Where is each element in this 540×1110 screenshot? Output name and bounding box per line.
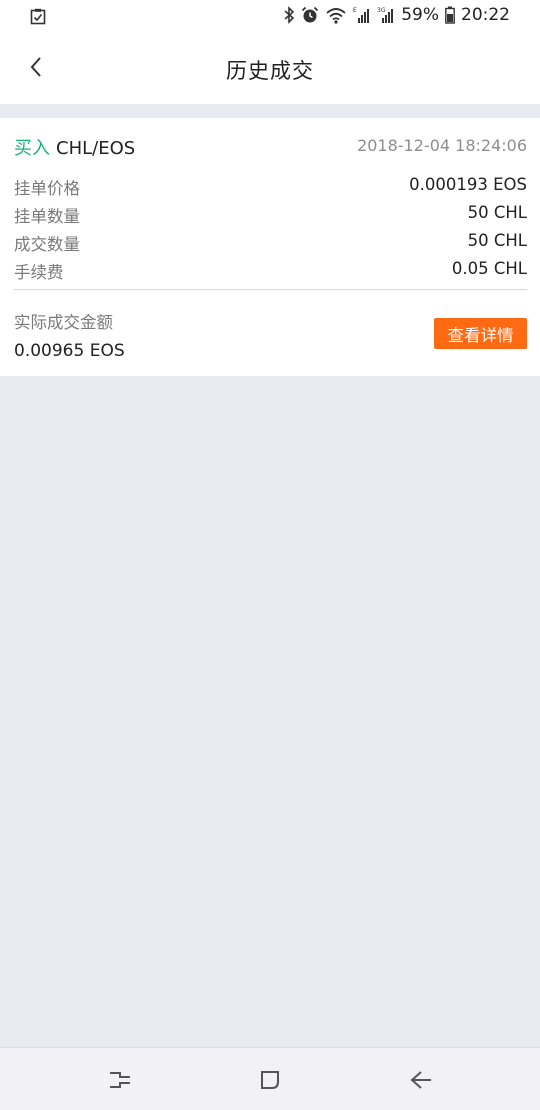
order-price-row: 挂单价格 0.000193 EOS bbox=[14, 175, 527, 199]
alarm-icon bbox=[301, 6, 319, 24]
order-amount-label: 挂单数量 bbox=[14, 207, 80, 226]
filled-amount-row: 成交数量 50 CHL bbox=[14, 231, 527, 255]
order-amount-value: 50 CHL bbox=[467, 203, 527, 222]
trade-side: 买入 bbox=[14, 138, 50, 159]
trade-time: 2018-12-04 18:24:06 bbox=[357, 136, 527, 155]
total-amount-label: 实际成交金额 bbox=[14, 313, 113, 332]
battery-icon bbox=[445, 6, 455, 24]
order-price-label: 挂单价格 bbox=[14, 179, 80, 198]
fee-value: 0.05 CHL bbox=[451, 259, 527, 278]
filled-amount-label: 成交数量 bbox=[14, 235, 80, 254]
total-amount-value: 0.00965 EOS bbox=[14, 341, 125, 361]
trade-pair: CHL/EOS bbox=[56, 138, 136, 159]
battery-percent: 59% bbox=[401, 5, 439, 25]
trade-header: 买入 CHL/EOS 2018-12-04 18:24:06 bbox=[14, 134, 527, 159]
checklist-icon bbox=[30, 8, 46, 29]
status-bar: E 3G 59% 20:22 bbox=[0, 0, 540, 34]
signal-3g-icon: 3G bbox=[377, 6, 395, 24]
page-title: 历史成交 bbox=[226, 59, 314, 83]
fee-label: 手续费 bbox=[14, 263, 64, 282]
fee-row: 手续费 0.05 CHL bbox=[14, 259, 527, 283]
divider bbox=[14, 289, 527, 290]
order-amount-row: 挂单数量 50 CHL bbox=[14, 203, 527, 227]
svg-text:E: E bbox=[353, 7, 357, 14]
home-icon[interactable] bbox=[256, 1066, 284, 1094]
order-price-value: 0.000193 EOS bbox=[409, 175, 527, 194]
signal-icon: E bbox=[353, 6, 371, 24]
recent-apps-icon[interactable] bbox=[106, 1066, 134, 1094]
bluetooth-icon bbox=[284, 6, 295, 24]
section-gap bbox=[0, 104, 540, 118]
filled-amount-value: 50 CHL bbox=[467, 231, 527, 250]
system-nav-bar bbox=[0, 1047, 540, 1110]
trade-record-card: 买入 CHL/EOS 2018-12-04 18:24:06 挂单价格 0.000… bbox=[0, 118, 540, 376]
back-icon[interactable] bbox=[407, 1066, 435, 1094]
wifi-icon bbox=[325, 6, 347, 24]
svg-text:3G: 3G bbox=[377, 7, 386, 14]
clock-time: 20:22 bbox=[461, 5, 510, 25]
app-header: 历史成交 bbox=[0, 34, 540, 104]
view-details-button[interactable]: 查看详情 bbox=[434, 318, 527, 349]
